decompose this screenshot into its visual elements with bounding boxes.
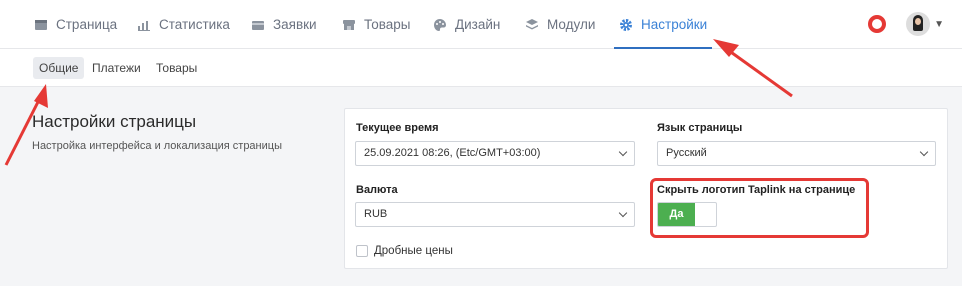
tab-general[interactable]: Общие [33, 57, 85, 79]
nav-item-label: Модули [547, 17, 596, 32]
time-label: Текущее время [356, 122, 439, 134]
lifebuoy-icon[interactable] [868, 15, 887, 33]
nav-item-products[interactable]: Товары [342, 0, 410, 49]
fractional-prices-row[interactable]: Дробные цены [356, 245, 453, 257]
annotation-highlight-box [650, 178, 869, 238]
store-icon [342, 18, 356, 32]
currency-value: RUB [364, 208, 388, 220]
nav-item-modules[interactable]: Модули [525, 0, 595, 49]
chevron-down-icon[interactable]: ▼ [934, 19, 944, 30]
fractional-prices-label: Дробные цены [374, 245, 453, 257]
fractional-prices-checkbox[interactable] [356, 245, 368, 257]
page-icon [34, 18, 48, 32]
time-value: 25.09.2021 08:26, (Etc/GMT+03:00) [364, 147, 541, 159]
top-navigation-bar: Страница Статистика Заявки Товары Дизайн… [0, 0, 962, 49]
page-description: Настройка интерфейса и локализация стран… [32, 140, 282, 152]
avatar[interactable] [906, 12, 931, 36]
tab-payments[interactable]: Платежи [86, 57, 147, 79]
nav-item-requests[interactable]: Заявки [251, 0, 317, 49]
language-label: Язык страницы [657, 122, 743, 134]
nav-item-label: Настройки [641, 17, 708, 32]
page-title: Настройки страницы [32, 112, 197, 131]
chevron-down-icon [618, 208, 628, 218]
currency-label: Валюта [356, 184, 398, 196]
nav-item-design[interactable]: Дизайн [433, 0, 500, 49]
nav-item-settings[interactable]: Настройки [613, 0, 713, 49]
settings-subnav: Общие Платежи Товары [0, 49, 962, 87]
nav-item-label: Заявки [273, 17, 317, 32]
nav-item-label: Статистика [159, 17, 230, 32]
user-controls: ▼ [868, 12, 944, 36]
requests-icon [251, 18, 265, 32]
nav-item-page[interactable]: Страница [34, 0, 117, 49]
language-value: Русский [666, 147, 707, 159]
currency-select[interactable]: RUB [355, 202, 635, 227]
chevron-down-icon [618, 147, 628, 157]
palette-icon [433, 18, 447, 32]
nav-item-label: Дизайн [455, 17, 501, 32]
time-select[interactable]: 25.09.2021 08:26, (Etc/GMT+03:00) [355, 141, 635, 166]
language-select[interactable]: Русский [657, 141, 936, 166]
chevron-down-icon [919, 147, 929, 157]
nav-item-label: Страница [56, 17, 118, 32]
nav-item-label: Товары [364, 17, 411, 32]
gear-icon [619, 18, 633, 32]
tab-products[interactable]: Товары [150, 57, 203, 79]
chart-icon [137, 18, 151, 32]
nav-item-statistics[interactable]: Статистика [137, 0, 230, 49]
layers-icon [525, 18, 539, 32]
